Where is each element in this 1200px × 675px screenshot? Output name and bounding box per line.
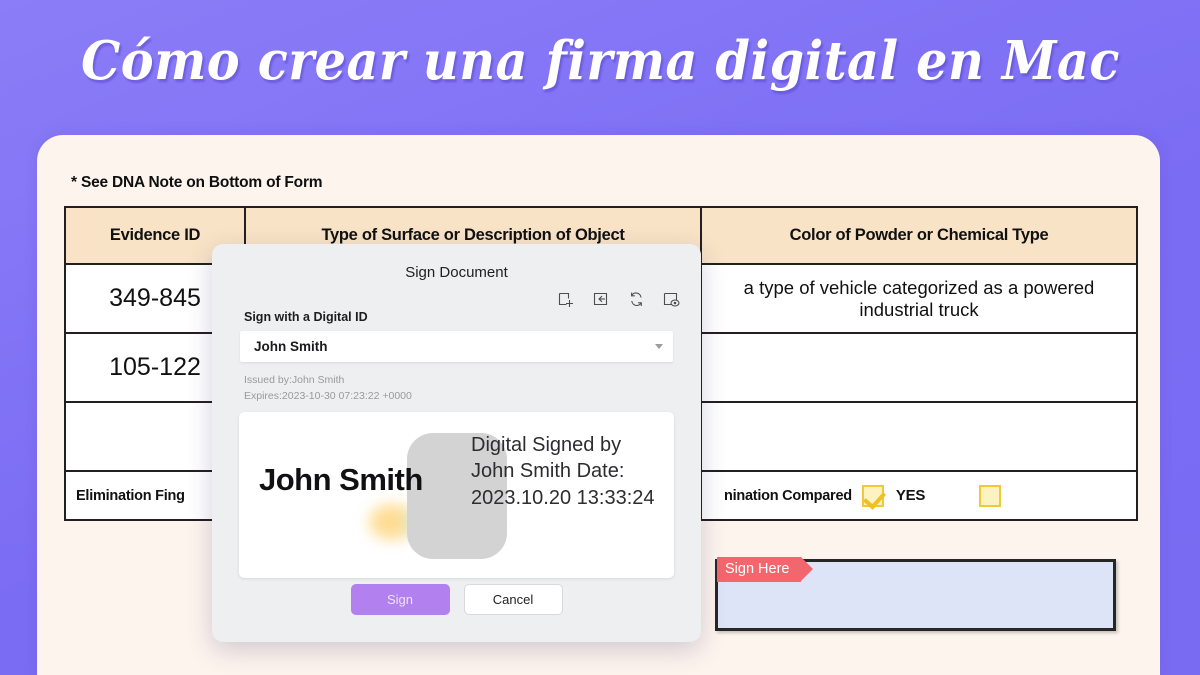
column-header-color: Color of Powder or Chemical Type (789, 226, 1049, 244)
page-title: Cómo crear una firma digital en Mac (80, 30, 1120, 92)
import-signature-icon[interactable] (592, 290, 611, 309)
chevron-down-icon (655, 344, 663, 349)
checkbox-no[interactable] (979, 484, 1002, 507)
preview-signature-name: John Smith (259, 462, 423, 497)
dialog-title: Sign Document (405, 264, 508, 281)
footer-compared-group: nination Compared YES (702, 472, 1136, 519)
cell-color: a type of vehicle categorized as a power… (743, 276, 1095, 320)
dialog-button-row: Sign Cancel (212, 584, 701, 615)
add-signature-icon[interactable] (557, 290, 576, 309)
sign-here-tag[interactable]: Sign Here (717, 557, 815, 582)
cell-color (702, 403, 1136, 470)
banner-title-container: Cómo crear una firma digital en Mac (0, 30, 1200, 92)
checkbox-yes[interactable] (861, 484, 884, 507)
issued-by-text: Issued by:John Smith (244, 374, 345, 386)
sign-button[interactable]: Sign (350, 584, 450, 615)
checkbox-yes-label: YES (895, 487, 926, 504)
preview-icon[interactable] (662, 290, 681, 309)
footer-label-compared: nination Compared (724, 487, 852, 504)
preview-signature-info: Digital Signed by John Smith Date: 2023.… (471, 434, 655, 509)
sign-document-dialog: Sign Document Sign with a Digital ID Joh… (212, 244, 701, 642)
digital-id-select[interactable]: John Smith (240, 331, 673, 362)
dna-note: * See DNA Note on Bottom of Form (71, 174, 323, 191)
signature-preview-card: John Smith Digital Signed by John Smith … (239, 412, 674, 578)
cancel-button[interactable]: Cancel (463, 584, 563, 615)
digital-id-label: Sign with a Digital ID (244, 310, 368, 324)
cell-color (702, 334, 1136, 401)
refresh-icon[interactable] (627, 290, 646, 309)
digital-id-selected-value: John Smith (254, 339, 328, 354)
dialog-toolbar (557, 290, 681, 309)
screenshot-stage: Cómo crear una firma digital en Mac * Se… (0, 0, 1200, 675)
signature-field[interactable]: Sign Here (715, 557, 1116, 631)
expires-text: Expires:2023-10-30 07:23:22 +0000 (244, 390, 412, 402)
